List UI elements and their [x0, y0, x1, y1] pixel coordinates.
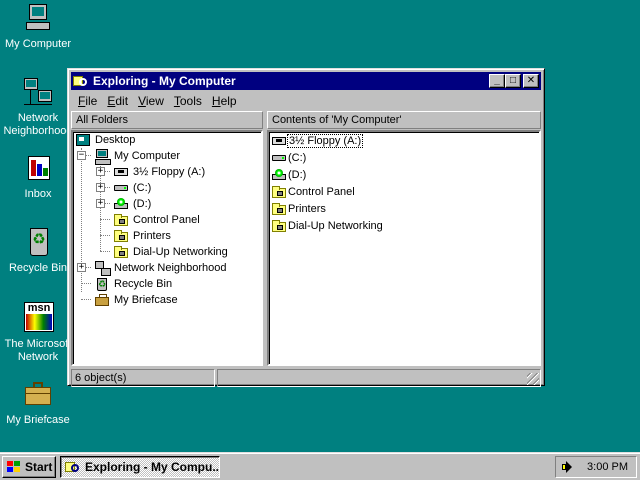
tree-item-desktop[interactable]: Desktop — [75, 132, 136, 148]
printers-folder-icon — [271, 202, 287, 216]
close-button[interactable]: ✕ — [523, 74, 539, 88]
tree-item-my-computer[interactable]: My Computer — [94, 148, 181, 165]
tree-item-briefcase[interactable]: My Briefcase — [94, 292, 179, 308]
clock[interactable]: 3:00 PM — [587, 461, 628, 473]
taskbar: Start Exploring - My Compu... 3:00 PM — [0, 452, 640, 480]
desktop-icon-label: My Briefcase — [6, 414, 70, 426]
msn-logo-text: msn — [27, 302, 51, 314]
network-icon — [94, 261, 111, 276]
explorer-icon — [65, 460, 81, 474]
tree-item-floppy[interactable]: 3½ Floppy (A:) — [113, 164, 206, 180]
briefcase-small-icon — [94, 293, 110, 307]
expand-floppy[interactable]: + — [96, 167, 105, 176]
folder-tree[interactable]: − + + + + Desktop My Computer 3½ Floppy … — [71, 130, 263, 366]
list-item[interactable]: 3½ Floppy (A:) — [271, 133, 364, 149]
taskbar-item-label: Exploring - My Compu... — [85, 460, 220, 474]
cd-drive-icon — [271, 168, 287, 182]
desktop-icon — [75, 133, 91, 147]
contents-header: Contents of 'My Computer' — [267, 111, 541, 129]
list-item[interactable]: Control Panel — [271, 184, 355, 200]
explorer-icon — [73, 74, 89, 88]
desktop-icon-label: Network — [17, 351, 59, 363]
tree-item-printers[interactable]: Printers — [113, 228, 172, 244]
printers-folder-icon — [113, 229, 129, 243]
menu-help[interactable]: Help — [207, 94, 242, 108]
expand-c-drive[interactable]: + — [96, 183, 105, 192]
desktop-icon-label: Recycle Bin — [8, 262, 68, 274]
tree-item-control-panel[interactable]: Control Panel — [113, 212, 201, 228]
menu-edit[interactable]: Edit — [102, 94, 133, 108]
list-item[interactable]: Printers — [271, 201, 326, 217]
control-panel-folder-icon — [271, 185, 287, 199]
briefcase-icon — [22, 378, 54, 410]
tree-item-d-drive[interactable]: (D:) — [113, 196, 152, 212]
expand-d-drive[interactable]: + — [96, 199, 105, 208]
status-bar: 6 object(s) — [71, 369, 541, 389]
list-item[interactable]: Dial-Up Networking — [271, 218, 383, 234]
system-tray: 3:00 PM — [555, 456, 637, 478]
hard-drive-icon — [271, 151, 287, 165]
collapse-my-computer[interactable]: − — [77, 151, 86, 160]
start-label: Start — [25, 460, 53, 474]
maximize-button[interactable]: □ — [505, 74, 521, 88]
speaker-icon[interactable] — [560, 460, 576, 474]
desktop-icon-label: My Computer — [4, 38, 72, 50]
floppy-drive-icon — [113, 165, 129, 179]
recycle-bin-icon: ♻ — [22, 226, 54, 258]
title-bar[interactable]: Exploring - My Computer _ □ ✕ — [71, 72, 541, 90]
desktop-icon-label: Network — [17, 112, 59, 124]
control-panel-folder-icon — [113, 213, 129, 227]
msn-icon: msn — [22, 302, 54, 334]
tree-item-recycle-bin[interactable]: Recycle Bin — [94, 276, 173, 292]
floppy-drive-icon — [271, 134, 287, 148]
computer-icon — [94, 149, 111, 165]
tree-item-dialup[interactable]: Dial-Up Networking — [113, 244, 229, 260]
dialup-folder-icon — [113, 245, 129, 259]
windows-flag-icon — [6, 460, 22, 474]
all-folders-header: All Folders — [71, 111, 263, 129]
desktop-icon-recycle-bin[interactable]: ♻ Recycle Bin — [0, 226, 76, 275]
minimize-button[interactable]: _ — [489, 74, 505, 88]
recycle-bin-small-icon — [94, 277, 110, 291]
desktop-icon-network-neighborhood[interactable]: Network Neighborhood — [0, 76, 76, 138]
my-computer-icon — [22, 2, 54, 34]
status-panel — [217, 369, 541, 387]
tree-item-c-drive[interactable]: (C:) — [113, 180, 152, 196]
contents-pane[interactable]: 3½ Floppy (A:) (C:) (D:) Control Panel P… — [267, 130, 541, 366]
menu-view[interactable]: View — [133, 94, 169, 108]
explorer-window[interactable]: Exploring - My Computer _ □ ✕ File Edit … — [67, 68, 545, 389]
desktop-icon-inbox[interactable]: Inbox — [0, 152, 76, 201]
hard-drive-icon — [113, 181, 129, 195]
desktop-icon-label: Inbox — [24, 188, 52, 200]
list-item[interactable]: (C:) — [271, 150, 306, 166]
object-count: 6 object(s) — [71, 369, 215, 387]
cd-drive-icon — [113, 197, 129, 211]
desktop-icon-msn[interactable]: msn The Microsoft Network — [0, 302, 76, 364]
menu-tools[interactable]: Tools — [169, 94, 207, 108]
desktop-icon-my-computer[interactable]: My Computer — [0, 2, 76, 51]
taskbar-item-explorer[interactable]: Exploring - My Compu... — [60, 456, 220, 478]
desktop-icon-label: The Microsoft — [4, 338, 72, 350]
tree-item-network[interactable]: Network Neighborhood — [94, 260, 228, 276]
desktop-icon-label: Neighborhood — [3, 125, 73, 137]
dialup-folder-icon — [271, 219, 287, 233]
desktop-icon-my-briefcase[interactable]: My Briefcase — [0, 378, 76, 427]
resize-grip-icon[interactable] — [527, 373, 539, 385]
inbox-icon — [22, 152, 54, 184]
window-title: Exploring - My Computer — [93, 74, 236, 88]
start-button[interactable]: Start — [2, 456, 56, 478]
list-item[interactable]: (D:) — [271, 167, 306, 183]
menu-bar: File Edit View Tools Help — [71, 91, 541, 110]
expand-network[interactable]: + — [77, 263, 86, 272]
menu-file[interactable]: File — [73, 94, 102, 108]
network-neighborhood-icon — [22, 76, 54, 108]
